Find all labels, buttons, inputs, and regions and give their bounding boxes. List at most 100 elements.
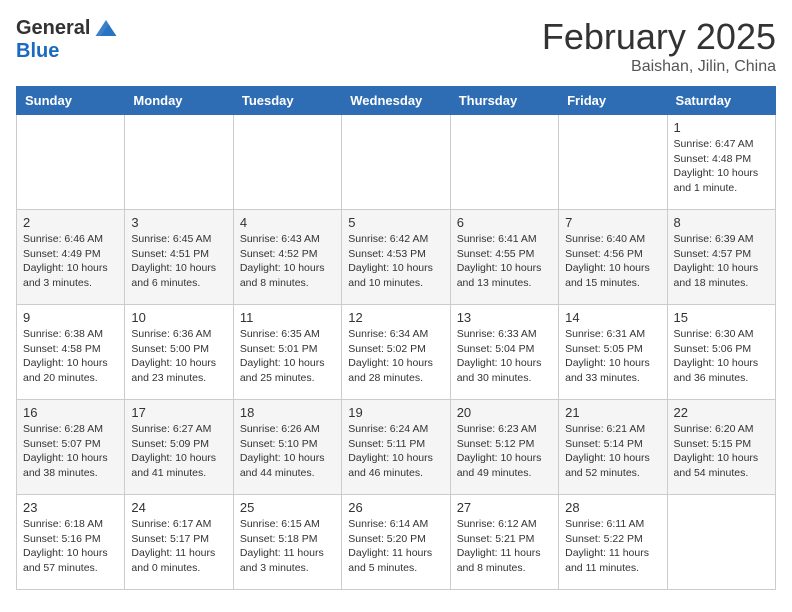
day-info: Sunrise: 6:35 AM Sunset: 5:01 PM Dayligh… — [240, 327, 335, 386]
day-number: 16 — [23, 405, 118, 420]
day-number: 20 — [457, 405, 552, 420]
day-number: 27 — [457, 500, 552, 515]
day-cell: 15 Sunrise: 6:30 AM Sunset: 5:06 PM Dayli… — [667, 305, 775, 400]
weekday-header-tuesday: Tuesday — [233, 87, 341, 115]
day-cell: 19Sunrise: 6:24 AM Sunset: 5:11 PM Dayli… — [342, 400, 450, 495]
day-cell — [17, 115, 125, 210]
day-cell: 20 Sunrise: 6:23 AM Sunset: 5:12 PM Dayli… — [450, 400, 558, 495]
day-cell: 17 Sunrise: 6:27 AM Sunset: 5:09 PM Dayli… — [125, 400, 233, 495]
day-info: Sunrise: 6:11 AM Sunset: 5:22 PM Dayligh… — [565, 517, 660, 576]
week-row-5: 23Sunrise: 6:18 AM Sunset: 5:16 PM Dayli… — [17, 495, 776, 590]
day-cell: 14 Sunrise: 6:31 AM Sunset: 5:05 PM Dayli… — [559, 305, 667, 400]
day-number: 1 — [674, 120, 769, 135]
day-info: Sunrise: 6:24 AM Sunset: 5:11 PM Dayligh… — [348, 422, 443, 481]
day-info: Sunrise: 6:21 AM Sunset: 5:14 PM Dayligh… — [565, 422, 660, 481]
day-cell: 23Sunrise: 6:18 AM Sunset: 5:16 PM Dayli… — [17, 495, 125, 590]
day-info: Sunrise: 6:45 AM Sunset: 4:51 PM Dayligh… — [131, 232, 226, 291]
day-number: 6 — [457, 215, 552, 230]
weekday-header-monday: Monday — [125, 87, 233, 115]
week-row-1: 1 Sunrise: 6:47 AM Sunset: 4:48 PM Daylig… — [17, 115, 776, 210]
day-cell: 27 Sunrise: 6:12 AM Sunset: 5:21 PM Dayli… — [450, 495, 558, 590]
day-number: 2 — [23, 215, 118, 230]
day-cell — [559, 115, 667, 210]
day-number: 13 — [457, 310, 552, 325]
day-cell — [667, 495, 775, 590]
day-number: 25 — [240, 500, 335, 515]
day-info: Sunrise: 6:33 AM Sunset: 5:04 PM Dayligh… — [457, 327, 552, 386]
logo-general-text: General — [16, 17, 90, 40]
weekday-header-wednesday: Wednesday — [342, 87, 450, 115]
day-cell: 22 Sunrise: 6:20 AM Sunset: 5:15 PM Dayli… — [667, 400, 775, 495]
day-info: Sunrise: 6:26 AM Sunset: 5:10 PM Dayligh… — [240, 422, 335, 481]
day-number: 15 — [674, 310, 769, 325]
day-info: Sunrise: 6:36 AM Sunset: 5:00 PM Dayligh… — [131, 327, 226, 386]
day-cell: 3 Sunrise: 6:45 AM Sunset: 4:51 PM Daylig… — [125, 210, 233, 305]
day-number: 23 — [23, 500, 118, 515]
week-row-3: 9 Sunrise: 6:38 AM Sunset: 4:58 PM Daylig… — [17, 305, 776, 400]
day-info: Sunrise: 6:34 AM Sunset: 5:02 PM Dayligh… — [348, 327, 443, 386]
day-cell: 13 Sunrise: 6:33 AM Sunset: 5:04 PM Dayli… — [450, 305, 558, 400]
day-info: Sunrise: 6:47 AM Sunset: 4:48 PM Dayligh… — [674, 137, 769, 196]
day-info: Sunrise: 6:30 AM Sunset: 5:06 PM Dayligh… — [674, 327, 769, 386]
day-cell: 12 Sunrise: 6:34 AM Sunset: 5:02 PM Dayli… — [342, 305, 450, 400]
weekday-header-thursday: Thursday — [450, 87, 558, 115]
day-number: 26 — [348, 500, 443, 515]
day-cell: 28 Sunrise: 6:11 AM Sunset: 5:22 PM Dayli… — [559, 495, 667, 590]
day-info: Sunrise: 6:12 AM Sunset: 5:21 PM Dayligh… — [457, 517, 552, 576]
day-info: Sunrise: 6:14 AM Sunset: 5:20 PM Dayligh… — [348, 517, 443, 576]
day-info: Sunrise: 6:17 AM Sunset: 5:17 PM Dayligh… — [131, 517, 226, 576]
logo-icon — [94, 16, 118, 40]
day-cell: 1 Sunrise: 6:47 AM Sunset: 4:48 PM Daylig… — [667, 115, 775, 210]
logo-blue-text: Blue — [16, 40, 59, 63]
day-cell — [125, 115, 233, 210]
day-cell: 8 Sunrise: 6:39 AM Sunset: 4:57 PM Daylig… — [667, 210, 775, 305]
day-info: Sunrise: 6:27 AM Sunset: 5:09 PM Dayligh… — [131, 422, 226, 481]
day-cell: 10 Sunrise: 6:36 AM Sunset: 5:00 PM Dayli… — [125, 305, 233, 400]
day-cell: 24 Sunrise: 6:17 AM Sunset: 5:17 PM Dayli… — [125, 495, 233, 590]
calendar-table: SundayMondayTuesdayWednesdayThursdayFrid… — [16, 86, 776, 590]
day-info: Sunrise: 6:23 AM Sunset: 5:12 PM Dayligh… — [457, 422, 552, 481]
logo: General Blue — [16, 16, 118, 63]
weekday-header-saturday: Saturday — [667, 87, 775, 115]
day-info: Sunrise: 6:42 AM Sunset: 4:53 PM Dayligh… — [348, 232, 443, 291]
day-cell: 5 Sunrise: 6:42 AM Sunset: 4:53 PM Daylig… — [342, 210, 450, 305]
title-block: February 2025 Baishan, Jilin, China — [542, 16, 776, 76]
day-cell: 9 Sunrise: 6:38 AM Sunset: 4:58 PM Daylig… — [17, 305, 125, 400]
weekday-header-friday: Friday — [559, 87, 667, 115]
day-cell — [450, 115, 558, 210]
day-info: Sunrise: 6:38 AM Sunset: 4:58 PM Dayligh… — [23, 327, 118, 386]
day-info: Sunrise: 6:31 AM Sunset: 5:05 PM Dayligh… — [565, 327, 660, 386]
day-number: 24 — [131, 500, 226, 515]
day-number: 17 — [131, 405, 226, 420]
day-number: 3 — [131, 215, 226, 230]
day-cell: 4 Sunrise: 6:43 AM Sunset: 4:52 PM Daylig… — [233, 210, 341, 305]
day-number: 11 — [240, 310, 335, 325]
day-info: Sunrise: 6:39 AM Sunset: 4:57 PM Dayligh… — [674, 232, 769, 291]
day-info: Sunrise: 6:43 AM Sunset: 4:52 PM Dayligh… — [240, 232, 335, 291]
day-number: 28 — [565, 500, 660, 515]
day-number: 5 — [348, 215, 443, 230]
week-row-2: 2 Sunrise: 6:46 AM Sunset: 4:49 PM Daylig… — [17, 210, 776, 305]
day-cell: 2 Sunrise: 6:46 AM Sunset: 4:49 PM Daylig… — [17, 210, 125, 305]
day-cell: 25 Sunrise: 6:15 AM Sunset: 5:18 PM Dayli… — [233, 495, 341, 590]
day-info: Sunrise: 6:15 AM Sunset: 5:18 PM Dayligh… — [240, 517, 335, 576]
day-cell: 16Sunrise: 6:28 AM Sunset: 5:07 PM Dayli… — [17, 400, 125, 495]
day-number: 14 — [565, 310, 660, 325]
day-number: 9 — [23, 310, 118, 325]
day-number: 10 — [131, 310, 226, 325]
day-number: 22 — [674, 405, 769, 420]
weekday-header-row: SundayMondayTuesdayWednesdayThursdayFrid… — [17, 87, 776, 115]
month-title: February 2025 — [542, 16, 776, 58]
day-info: Sunrise: 6:20 AM Sunset: 5:15 PM Dayligh… — [674, 422, 769, 481]
day-cell: 21Sunrise: 6:21 AM Sunset: 5:14 PM Dayli… — [559, 400, 667, 495]
day-number: 7 — [565, 215, 660, 230]
day-number: 8 — [674, 215, 769, 230]
day-number: 4 — [240, 215, 335, 230]
week-row-4: 16Sunrise: 6:28 AM Sunset: 5:07 PM Dayli… — [17, 400, 776, 495]
page-header: General Blue February 2025 Baishan, Jili… — [16, 16, 776, 76]
day-number: 18 — [240, 405, 335, 420]
day-cell: 11 Sunrise: 6:35 AM Sunset: 5:01 PM Dayli… — [233, 305, 341, 400]
day-number: 12 — [348, 310, 443, 325]
location-text: Baishan, Jilin, China — [542, 58, 776, 76]
day-info: Sunrise: 6:46 AM Sunset: 4:49 PM Dayligh… — [23, 232, 118, 291]
